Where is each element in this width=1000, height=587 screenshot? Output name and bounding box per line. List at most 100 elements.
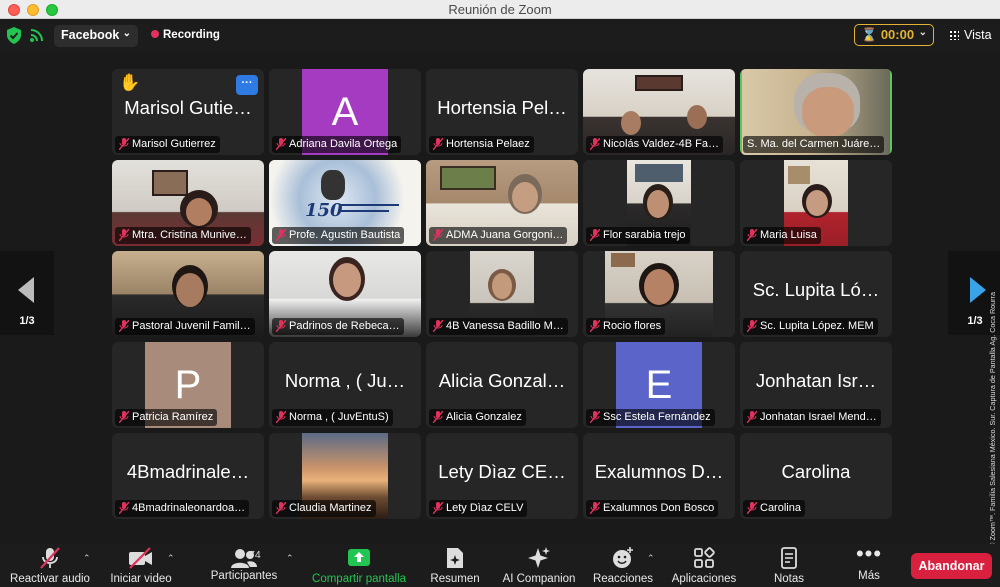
participant-tile[interactable]: ✋ ··· Marisol Gutie… Marisol Gutierrez xyxy=(112,69,264,155)
participants-button[interactable]: 74 Participantes xyxy=(204,546,284,582)
recording-label: Recording xyxy=(163,29,220,41)
reactions-options-caret-icon[interactable]: ⌃ xyxy=(647,553,655,564)
participant-tile[interactable]: 4Bmadrinale… 4Bmadrinaleonardoa… xyxy=(112,433,264,519)
arrow-left-icon xyxy=(18,277,34,303)
participant-tile[interactable]: ADMA Juana Gorgoni… xyxy=(426,160,578,246)
participant-name-label: Lety Dìaz CELV xyxy=(429,500,528,517)
participant-tile[interactable]: Hortensia Pel… Hortensia Pelaez xyxy=(426,69,578,155)
unmute-audio-label: Reactivar audio xyxy=(10,573,90,585)
participant-tile[interactable]: Jonhatan Isr… Jonhatan Israel Mend… xyxy=(740,342,892,428)
window-titlebar: Reunión de Zoom xyxy=(0,0,1000,19)
participant-name-label: ADMA Juana Gorgoni… xyxy=(429,227,568,244)
participants-options-caret-icon[interactable]: ⌃ xyxy=(286,553,294,564)
recording-indicator[interactable]: Recording xyxy=(151,29,220,41)
participant-tile[interactable]: Flor sarabia trejo xyxy=(583,160,735,246)
share-screen-label: Compartir pantalla xyxy=(312,573,406,585)
participant-tile[interactable]: Pastoral Juvenil Famil… xyxy=(112,251,264,337)
start-video-button[interactable]: Iniciar video xyxy=(104,546,178,585)
participant-tile[interactable]: Carolina Carolina xyxy=(740,433,892,519)
participant-tile[interactable]: E Ssc Estela Fernández xyxy=(583,342,735,428)
participant-tile[interactable]: P Patricia Ramírez xyxy=(112,342,264,428)
more-button[interactable]: ••• Más xyxy=(850,541,888,583)
chevron-down-icon: ⌄ xyxy=(918,27,927,38)
apps-button[interactable]: Aplicaciones xyxy=(668,546,740,585)
participant-display-name: Exalumnos D… xyxy=(594,461,724,482)
participant-name-label: Flor sarabia trejo xyxy=(586,227,690,244)
reactions-label: Reacciones xyxy=(592,573,654,585)
reactions-button[interactable]: Reacciones xyxy=(590,546,656,585)
meeting-topbar: Facebook ⌄ Recording ⌛ 00:00 ⌄ Vista xyxy=(0,19,1000,52)
share-screen-button[interactable]: Compartir pantalla xyxy=(306,546,412,585)
mic-muted-icon xyxy=(119,502,129,514)
apps-icon xyxy=(694,547,715,568)
mic-muted-icon xyxy=(590,229,600,241)
mic-muted-icon xyxy=(119,411,129,423)
notes-button[interactable]: Notas xyxy=(766,546,812,585)
mic-muted-icon xyxy=(747,229,757,241)
mic-muted-icon xyxy=(747,502,757,514)
grid-view-icon xyxy=(949,30,959,40)
video-options-caret-icon[interactable]: ⌃ xyxy=(167,553,175,564)
summary-button[interactable]: Resumen xyxy=(426,546,484,585)
view-button[interactable]: Vista xyxy=(949,28,992,42)
apps-label: Aplicaciones xyxy=(671,573,737,585)
participant-name-label: Patricia Ramírez xyxy=(115,409,218,426)
ai-companion-button[interactable]: AI Companion xyxy=(498,546,580,585)
participant-tile[interactable]: Maria Luisa xyxy=(740,160,892,246)
raised-hand-icon: ✋ xyxy=(119,73,141,92)
recording-dot-icon xyxy=(151,30,159,38)
participant-tile[interactable]: 150 Profe. Agustin Bautista xyxy=(269,160,421,246)
mic-muted-icon xyxy=(276,229,286,241)
more-options-button[interactable]: ··· xyxy=(236,75,258,95)
more-dots-icon: ••• xyxy=(855,541,883,566)
view-label: Vista xyxy=(964,28,992,42)
participant-tile[interactable]: Rocio flores xyxy=(583,251,735,337)
participant-tile[interactable]: Norma , ( Ju… Norma , ( JuvEntuS) xyxy=(269,342,421,428)
participant-tile[interactable]: Alicia Gonzal… Alicia Gonzalez xyxy=(426,342,578,428)
mic-muted-icon xyxy=(276,138,286,150)
connection-signal-icon[interactable] xyxy=(29,27,45,43)
live-stream-button[interactable]: Facebook ⌄ xyxy=(54,25,138,47)
participant-tile[interactable]: Claudia Martinez xyxy=(269,433,421,519)
video-gallery: ✋ ··· Marisol Gutie… Marisol Gutierrez A… xyxy=(0,52,1000,544)
participant-tile[interactable]: Sc. Lupita Ló… Sc. Lupita López. MEM xyxy=(740,251,892,337)
leave-meeting-button[interactable]: Abandonar xyxy=(911,553,992,579)
meeting-timer[interactable]: ⌛ 00:00 ⌄ xyxy=(854,24,934,46)
participant-tile[interactable]: A Adriana Davila Ortega xyxy=(269,69,421,155)
mic-muted-icon xyxy=(433,320,443,332)
participant-tile[interactable]: Mtra. Cristina Munive… xyxy=(112,160,264,246)
mic-muted-icon xyxy=(276,320,286,332)
participant-display-name: Norma , ( Ju… xyxy=(284,370,406,391)
participant-name-label: Norma , ( JuvEntuS) xyxy=(272,409,393,426)
emoji-smile-icon xyxy=(613,547,633,568)
participant-display-name: Alicia Gonzal… xyxy=(438,370,566,391)
participant-name-label: S. Ma. del Carmen Juáre… xyxy=(743,136,885,153)
participant-tile[interactable]: Lety Dìaz CE… Lety Dìaz CELV xyxy=(426,433,578,519)
notes-label: Notas xyxy=(773,573,805,585)
unmute-audio-button[interactable]: Reactivar audio xyxy=(4,546,96,585)
participant-display-name: Jonhatan Isr… xyxy=(755,370,877,391)
participant-tile[interactable]: Exalumnos D… Exalumnos Don Bosco xyxy=(583,433,735,519)
mic-muted-icon xyxy=(433,229,443,241)
share-screen-icon xyxy=(348,549,370,566)
participant-name-label: Claudia Martinez xyxy=(272,500,376,517)
participant-name-label: Sc. Lupita López. MEM xyxy=(743,318,878,335)
ai-companion-label: AI Companion xyxy=(502,573,576,585)
participant-tile[interactable]: Padrinos de Rebeca… xyxy=(269,251,421,337)
start-video-label: Iniciar video xyxy=(110,573,172,585)
participant-name-label: Jonhatan Israel Mend… xyxy=(743,409,881,426)
mic-muted-icon xyxy=(119,138,129,150)
participant-tile-active-speaker[interactable]: S. Ma. del Carmen Juáre… xyxy=(740,69,892,155)
mic-muted-icon xyxy=(40,547,60,569)
participant-tile[interactable]: Nicolás Valdez-4B Fa… xyxy=(583,69,735,155)
page-indicator-left: 1/3 xyxy=(19,315,35,327)
participant-display-name: Lety Dìaz CE… xyxy=(438,461,566,482)
document-sparkle-icon xyxy=(447,548,463,568)
hourglass-icon: ⌛ xyxy=(861,27,878,42)
audio-options-caret-icon[interactable]: ⌃ xyxy=(83,553,91,564)
participant-tile[interactable]: 4B Vanessa Badillo M… xyxy=(426,251,578,337)
participants-count: 74 xyxy=(249,549,261,561)
window-title: Reunión de Zoom xyxy=(448,2,552,17)
security-shield-icon[interactable] xyxy=(6,27,22,44)
previous-page-button[interactable]: 1/3 xyxy=(0,251,54,335)
